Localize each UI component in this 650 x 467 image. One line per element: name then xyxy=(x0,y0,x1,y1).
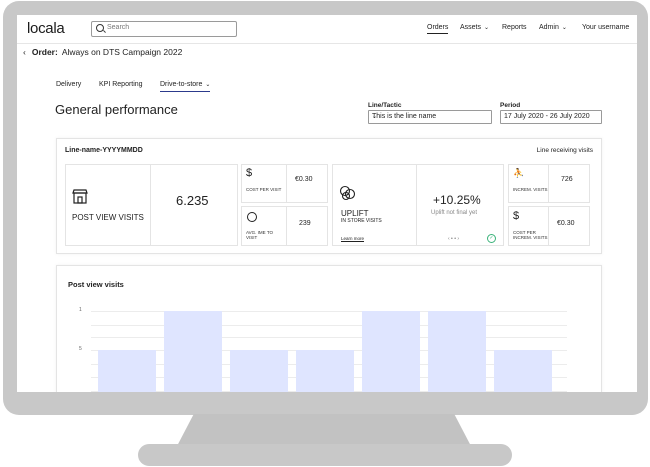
summary-card: Line-name-YYYYMMDD Line receiving visits… xyxy=(56,138,602,254)
chart-bar xyxy=(164,311,222,392)
dollar-icon: $ xyxy=(246,167,253,179)
y-tick-label: 1 xyxy=(79,307,82,313)
dollar-icon: $ xyxy=(513,210,520,222)
cost-increm-label: COST PER INCREM. VISITS xyxy=(513,230,548,240)
chevron-down-icon: ⌄ xyxy=(205,82,211,88)
uplift-value: +10.25% xyxy=(433,193,481,207)
increm-visits-label: INCREM. VISITS xyxy=(513,187,548,192)
chart-bar xyxy=(428,311,486,392)
learn-more-link[interactable]: Learn more xyxy=(341,236,364,241)
avg-time-tile: AVG. IME TO VISIT xyxy=(241,206,290,246)
app-screen: locala Search Orders Assets ⌄ Reports Adm… xyxy=(17,15,637,392)
walking-icon: ⛹ xyxy=(513,168,525,178)
clock-icon xyxy=(247,212,257,222)
tab-kpi-reporting[interactable]: KPI Reporting xyxy=(99,81,143,88)
post-view-visits-value: 6.235 xyxy=(176,193,209,208)
monitor-base xyxy=(138,444,512,466)
nav-user[interactable]: Your username xyxy=(582,24,629,31)
nav-admin-label: Admin xyxy=(539,24,559,31)
gridline xyxy=(91,311,567,312)
tab-delivery[interactable]: Delivery xyxy=(56,81,81,88)
post-view-visits-label: POST VIEW VISITS xyxy=(72,213,144,222)
period-label: Period xyxy=(500,102,521,109)
y-tick-label: 5 xyxy=(79,346,82,352)
order-header: ‹ Order: Always on DTS Campaign 2022 xyxy=(23,47,182,57)
uplift-label: UPLIFT xyxy=(341,209,369,218)
uplift-note: Uplift not final yet xyxy=(431,210,478,216)
tab-drive-to-store[interactable]: Drive-to-store ⌄ xyxy=(160,81,211,92)
chart-title: Post view visits xyxy=(68,280,124,289)
gridline xyxy=(91,325,567,326)
check-circle-icon: ✓ xyxy=(487,234,496,243)
chevron-down-icon: ⌄ xyxy=(561,25,567,31)
chart-bar xyxy=(230,350,288,392)
cost-per-visit-tile: $ COST PER VISIT xyxy=(241,164,290,203)
line-tactic-label: Line/Tactic xyxy=(368,102,402,109)
store-icon xyxy=(72,188,88,204)
cost-increm-value-tile: €0.30 xyxy=(548,206,590,246)
chevron-down-icon: ⌄ xyxy=(484,25,490,31)
avg-time-label: AVG. IME TO VISIT xyxy=(246,230,274,240)
cost-increm-tile: $ COST PER INCREM. VISITS xyxy=(508,206,552,246)
divider xyxy=(150,165,151,245)
chart-bar xyxy=(362,311,420,392)
top-navbar: locala Search Orders Assets ⌄ Reports Adm… xyxy=(17,15,637,44)
app-logo: locala xyxy=(27,20,65,37)
search-placeholder: Search xyxy=(107,24,130,31)
page-title: General performance xyxy=(55,102,178,117)
increm-visits-value: 726 xyxy=(561,176,573,183)
order-label: Order: xyxy=(31,47,58,57)
tab-drive-to-store-label: Drive-to-store xyxy=(160,81,203,88)
cost-per-visit-label: COST PER VISIT xyxy=(246,187,282,192)
nav-assets-label: Assets xyxy=(460,24,482,31)
search-icon xyxy=(96,24,104,32)
uplift-tile: UPLIFT IN STORE VISITS Learn more +10.25… xyxy=(332,164,504,246)
pager-dots[interactable]: ‹ • • › xyxy=(448,236,459,242)
chevron-down-icon: ⌄ xyxy=(372,114,378,120)
post-view-visits-tile: POST VIEW VISITS 6.235 xyxy=(65,164,238,246)
avg-time-value: 239 xyxy=(299,220,311,227)
nav-orders[interactable]: Orders xyxy=(427,24,449,34)
line-name: Line-name-YYYYMMDD xyxy=(65,147,143,154)
monitor-frame: locala Search Orders Assets ⌄ Reports Adm… xyxy=(3,1,648,415)
increm-visits-value-tile: 726 xyxy=(548,164,590,203)
increm-visits-tile: ⛹ INCREM. VISITS xyxy=(508,164,552,203)
nav-assets[interactable]: Assets ⌄ xyxy=(460,24,489,31)
avg-time-value-tile: 239 xyxy=(286,206,328,246)
uplift-sub: IN STORE VISITS xyxy=(341,218,382,224)
divider xyxy=(416,165,417,245)
chart-bar xyxy=(296,350,354,392)
cost-per-visit-value-tile: €0.30 xyxy=(286,164,328,203)
nav-admin[interactable]: Admin ⌄ xyxy=(539,24,567,31)
cost-per-visit-value: €0.30 xyxy=(295,176,313,183)
chart-bar xyxy=(98,350,156,392)
cost-increm-value: €0.30 xyxy=(557,220,575,227)
chart-bar xyxy=(494,350,552,392)
gridline xyxy=(91,337,567,338)
period-select[interactable]: 17 July 2020 - 26 July 2020 xyxy=(500,110,602,124)
monitor-neck xyxy=(176,414,472,448)
period-value: 17 July 2020 - 26 July 2020 xyxy=(504,113,590,120)
search-input[interactable]: Search xyxy=(91,21,237,37)
nav-reports[interactable]: Reports xyxy=(502,24,527,31)
uplift-icon xyxy=(339,185,357,201)
line-tactic-select[interactable]: This is the line name ⌄ xyxy=(368,110,492,124)
line-receiving-visits: Line receiving visits xyxy=(536,147,593,154)
back-arrow-icon[interactable]: ‹ xyxy=(23,47,26,57)
order-name: Always on DTS Campaign 2022 xyxy=(61,47,183,57)
